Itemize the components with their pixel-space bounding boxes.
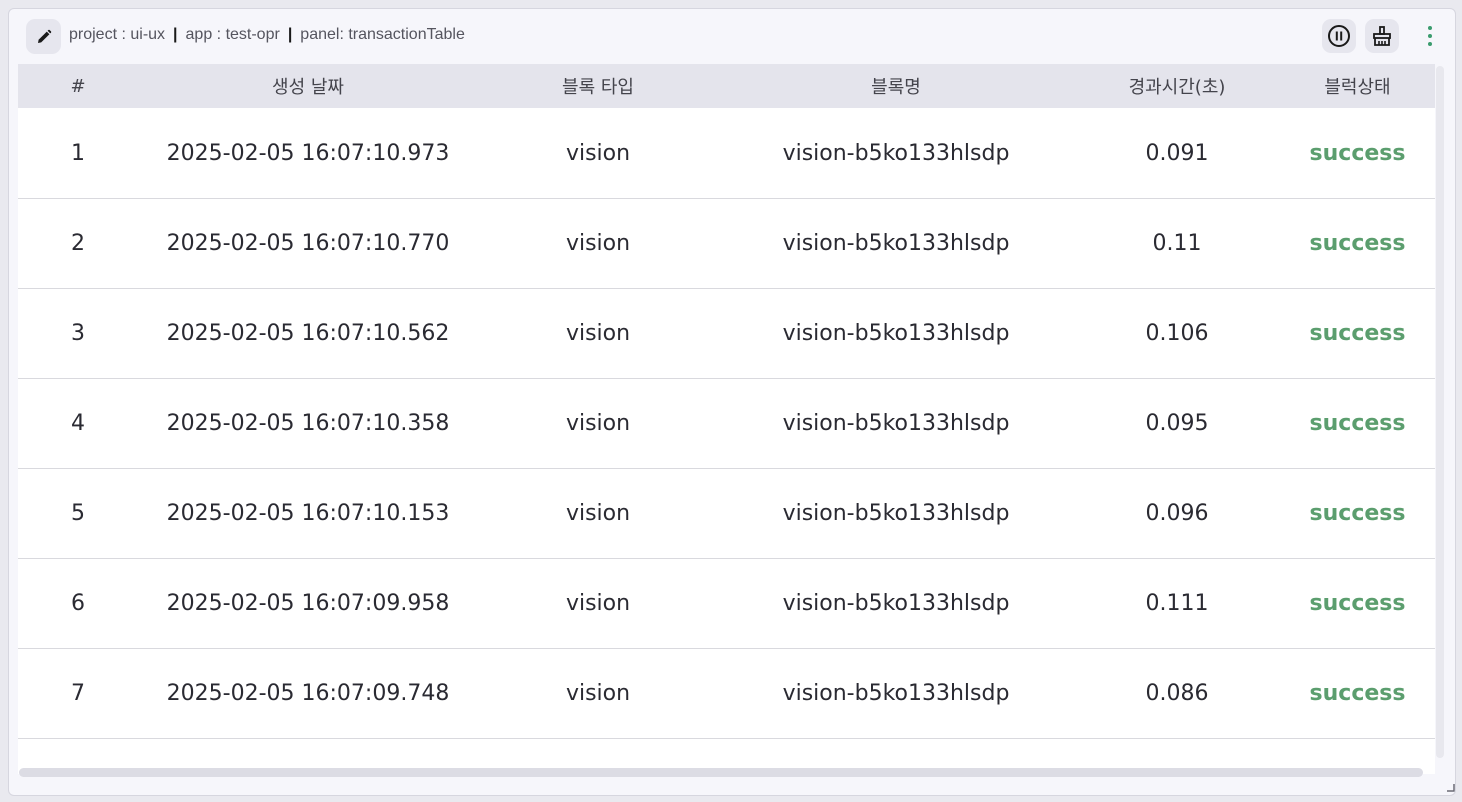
cell-index: 4	[71, 411, 85, 436]
cell-created-date: 2025-02-05 16:07:09.958	[166, 591, 450, 616]
cell-index: 7	[71, 681, 85, 706]
cell-elapsed-time: 0.096	[1145, 501, 1209, 526]
table-row[interactable]: 3 2025-02-05 16:07:10.562 vision vision-…	[18, 289, 1435, 379]
status-badge: success	[1309, 501, 1406, 526]
more-vertical-icon-dot	[1428, 42, 1432, 46]
cell-elapsed-time: 0.111	[1145, 591, 1209, 616]
cell-created-date: 2025-02-05 16:07:09.748	[166, 681, 450, 706]
panel-header: project : ui-ux | app : test-opr | panel: tr…	[9, 9, 1455, 65]
more-options-button[interactable]	[1419, 19, 1441, 53]
cell-block-type: vision	[565, 591, 631, 616]
column-header-index[interactable]: #	[18, 76, 138, 97]
cell-block-name: vision-b5ko133hlsdp	[782, 231, 1010, 256]
cell-elapsed-time: 0.086	[1145, 681, 1209, 706]
cell-block-type: vision	[565, 141, 631, 166]
cell-block-type: vision	[565, 321, 631, 346]
horizontal-scrollbar[interactable]	[19, 768, 1423, 777]
more-vertical-icon	[1428, 26, 1432, 30]
table-row[interactable]: 5 2025-02-05 16:07:10.153 vision vision-…	[18, 469, 1435, 559]
status-badge: success	[1309, 411, 1406, 436]
status-badge: success	[1309, 141, 1406, 166]
cell-block-type: vision	[565, 411, 631, 436]
table-row[interactable]: 2 2025-02-05 16:07:10.770 vision vision-…	[18, 199, 1435, 289]
cell-block-name: vision-b5ko133hlsdp	[782, 141, 1010, 166]
cell-block-type: vision	[565, 231, 631, 256]
cell-created-date: 2025-02-05 16:07:10.358	[166, 411, 450, 436]
transaction-table[interactable]: # 생성 날짜 블록 타입 블록명 경과시간(초) 블럭상태 1 2025-02…	[18, 64, 1435, 774]
table-row[interactable]: 6 2025-02-05 16:07:09.958 vision vision-…	[18, 559, 1435, 649]
breadcrumb-panel: panel: transactionTable	[300, 26, 465, 43]
cell-block-type: vision	[565, 681, 631, 706]
breadcrumb-separator: |	[173, 26, 178, 43]
table-header: # 생성 날짜 블록 타입 블록명 경과시간(초) 블럭상태	[18, 64, 1435, 108]
column-header-created-date[interactable]: 생성 날짜	[138, 73, 478, 99]
cell-index: 3	[71, 321, 85, 346]
table-row[interactable]: 4 2025-02-05 16:07:10.358 vision vision-…	[18, 379, 1435, 469]
pause-button[interactable]	[1322, 19, 1356, 53]
breadcrumb-separator: |	[287, 26, 293, 43]
cell-created-date: 2025-02-05 16:07:10.973	[166, 141, 450, 166]
cell-block-name: vision-b5ko133hlsdp	[782, 321, 1010, 346]
resize-handle-icon[interactable]	[1445, 782, 1455, 792]
broom-icon	[1373, 26, 1391, 46]
status-badge: success	[1309, 591, 1406, 616]
cell-block-name: vision-b5ko133hlsdp	[782, 411, 1010, 436]
cell-created-date: 2025-02-05 16:07:10.770	[166, 231, 450, 256]
breadcrumb-project: project : ui-ux	[69, 26, 166, 43]
cell-block-name: vision-b5ko133hlsdp	[782, 501, 1010, 526]
status-badge: success	[1309, 231, 1406, 256]
breadcrumb-app: app : test-opr	[185, 26, 280, 43]
cell-created-date: 2025-02-05 16:07:10.562	[166, 321, 450, 346]
column-header-block-status[interactable]: 블럭상태	[1280, 73, 1435, 99]
status-badge: success	[1309, 681, 1406, 706]
status-badge: success	[1309, 321, 1406, 346]
pencil-icon	[37, 29, 51, 43]
cell-elapsed-time: 0.11	[1152, 231, 1202, 256]
cell-block-name: vision-b5ko133hlsdp	[782, 681, 1010, 706]
clear-button[interactable]	[1365, 19, 1399, 53]
cell-index: 2	[71, 231, 85, 256]
more-vertical-icon-dot	[1428, 34, 1432, 38]
column-header-block-name[interactable]: 블록명	[718, 73, 1074, 99]
cell-block-type: vision	[565, 501, 631, 526]
pause-icon	[1328, 25, 1350, 47]
cell-created-date: 2025-02-05 16:07:10.153	[166, 501, 450, 526]
transaction-table-panel: project : ui-ux | app : test-opr | panel: tr…	[8, 8, 1456, 796]
cell-index: 6	[71, 591, 85, 616]
cell-index: 5	[71, 501, 85, 526]
column-header-elapsed-time[interactable]: 경과시간(초)	[1074, 73, 1280, 99]
cell-elapsed-time: 0.091	[1145, 141, 1209, 166]
cell-elapsed-time: 0.095	[1145, 411, 1209, 436]
breadcrumb: project : ui-ux | app : test-opr | panel: tr…	[69, 26, 465, 44]
cell-block-name: vision-b5ko133hlsdp	[782, 591, 1010, 616]
column-header-block-type[interactable]: 블록 타입	[478, 73, 718, 99]
table-row[interactable]: 7 2025-02-05 16:07:09.748 vision vision-…	[18, 649, 1435, 739]
cell-elapsed-time: 0.106	[1145, 321, 1209, 346]
edit-button[interactable]	[26, 19, 61, 54]
cell-index: 1	[71, 141, 85, 166]
vertical-scrollbar[interactable]	[1436, 66, 1444, 758]
table-row[interactable]: 1 2025-02-05 16:07:10.973 vision vision-…	[18, 109, 1435, 199]
